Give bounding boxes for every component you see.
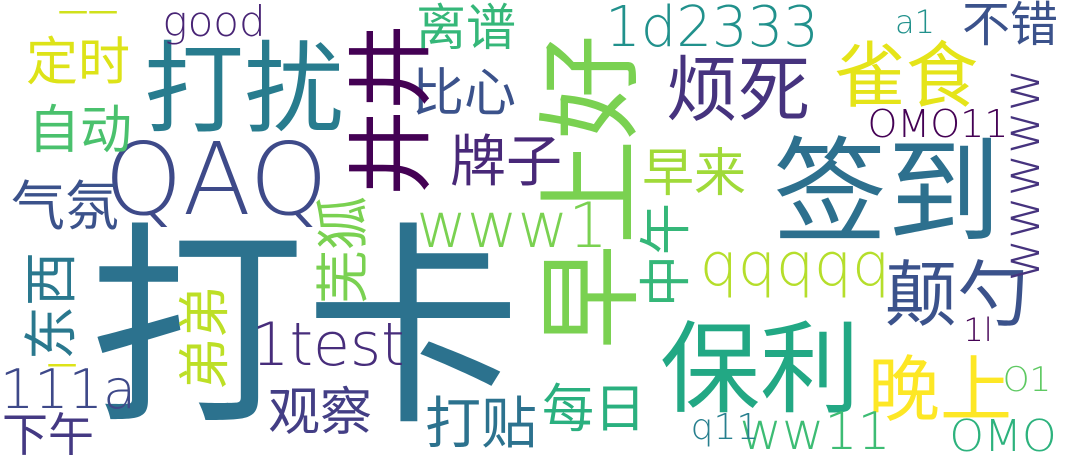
word: 不错 [961, 0, 1059, 53]
word: a1 [895, 3, 935, 41]
word: 气氛 [11, 175, 119, 238]
word: 每日 [541, 380, 647, 440]
word: O1 [1002, 360, 1052, 400]
word: 井井 [342, 24, 442, 196]
word-cloud: 打卡 打扰 QAQ 签到 保利 烦死 雀食 1d2333 不错 a1 离谱 go… [0, 0, 1080, 463]
word: 一一 [58, 0, 118, 32]
word: 自动 [27, 101, 133, 161]
word: 烦死 [665, 48, 811, 132]
word: good [162, 0, 266, 46]
word: 芜狐 [312, 196, 375, 304]
word: q11 [690, 407, 760, 448]
word: OMO [949, 411, 1057, 462]
word: wwwww [992, 68, 1052, 282]
word: OMO11 [867, 102, 1009, 146]
word: qqqqq [699, 230, 891, 300]
word: 观察 [267, 383, 373, 443]
word: 下午 [2, 408, 94, 462]
word: ww11 [739, 402, 891, 462]
word: 1test [251, 310, 405, 380]
word: 早上好 [530, 34, 653, 350]
word: 定时 [25, 33, 131, 93]
word: 1l [963, 311, 993, 349]
word: QAQ [103, 121, 329, 238]
word: 早来 [641, 144, 747, 204]
word: 弟弟 [176, 285, 236, 391]
word: 东西 [20, 252, 83, 360]
word: 一 [47, 350, 77, 385]
word: 打贴 [425, 392, 537, 457]
word: 中午 [637, 202, 697, 308]
